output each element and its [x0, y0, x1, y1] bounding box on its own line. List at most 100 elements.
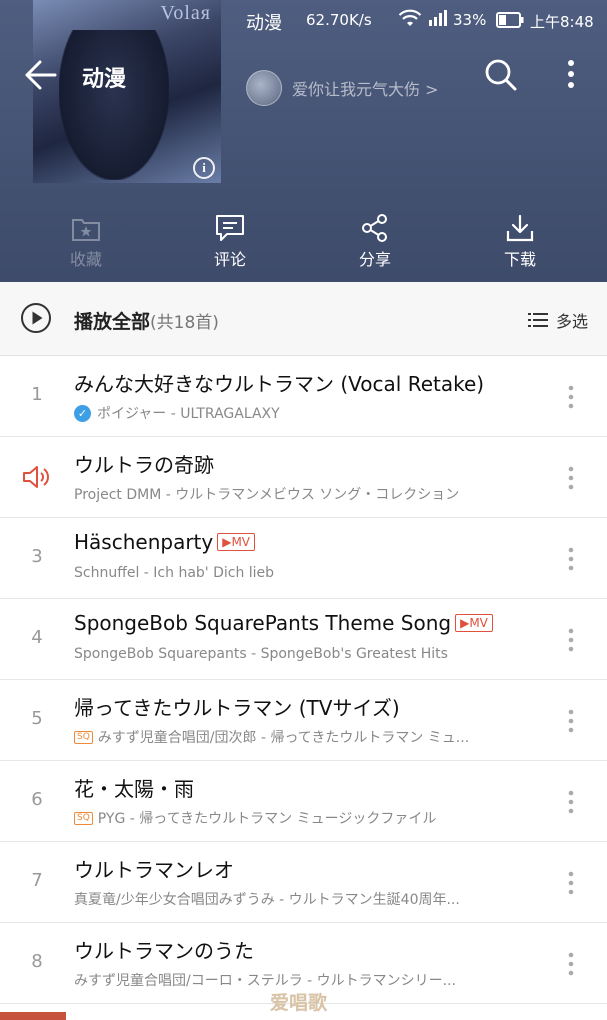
- track-artist-album: Project DMM - ウルトラマンメビウス ソング・コレクション: [74, 487, 460, 503]
- track-subtitle: Schnuffel - Ich hab' Dich lieb: [74, 565, 274, 581]
- track-index: 7: [31, 870, 43, 891]
- track-more-button[interactable]: [563, 384, 579, 410]
- track-more-button[interactable]: [563, 951, 579, 977]
- track-title: ウルトラマンレオ: [74, 854, 234, 883]
- play-all-bar: 播放全部(共18首) 多选: [0, 282, 607, 356]
- more-vertical-icon: [568, 952, 574, 976]
- sq-badge: SQ: [74, 811, 93, 825]
- track-count: (共18首): [150, 313, 219, 333]
- track-title-text: ウルトラマンレオ: [74, 858, 234, 882]
- track-more-button[interactable]: [563, 708, 579, 734]
- mv-badge[interactable]: ▶MV: [217, 533, 256, 551]
- comment-label: 评论: [213, 250, 246, 269]
- track-index: 8: [31, 951, 43, 972]
- track-index: 3: [31, 546, 43, 567]
- network-speed: 62.70K/s: [306, 11, 372, 29]
- track-index: 1: [31, 384, 43, 405]
- play-all-button[interactable]: [20, 302, 52, 334]
- wifi-icon: [398, 8, 422, 32]
- share-icon: [335, 212, 415, 244]
- share-button[interactable]: 分享: [335, 212, 415, 270]
- track-more-button[interactable]: [563, 627, 579, 653]
- battery-icon: [496, 12, 524, 32]
- track-title: 帰ってきたウルトラマン (TVサイズ): [74, 692, 400, 721]
- track-subtitle: SpongeBob Squarepants - SpongeBob's Grea…: [74, 646, 448, 662]
- folder-star-icon: [46, 212, 126, 244]
- track-more-button[interactable]: [563, 870, 579, 896]
- now-playing-speaker-icon: [20, 465, 54, 489]
- status-app-name: 动漫: [246, 13, 282, 34]
- track-title-text: Häschenparty: [74, 530, 214, 554]
- track-row[interactable]: 5 帰ってきたウルトラマン (TVサイズ) SQ みすず児童合唱団/団次郎 - 帰…: [0, 680, 607, 761]
- playlist-header: Volaя i 动漫 62.70K/s 33% 上午8:48 动漫 爱你让我元气…: [0, 0, 607, 282]
- favorite-label: 收藏: [69, 250, 102, 269]
- more-vertical-icon: [568, 466, 574, 490]
- track-row[interactable]: 1 みんな大好きなウルトラマン (Vocal Retake) ✓ ポイジャー - …: [0, 356, 607, 437]
- back-button[interactable]: [22, 58, 60, 92]
- track-more-button[interactable]: [563, 789, 579, 815]
- download-button[interactable]: 下载: [480, 212, 560, 270]
- track-artist-album: ポイジャー - ULTRAGALAXY: [97, 406, 280, 422]
- track-more-button[interactable]: [563, 465, 579, 491]
- track-title-text: 帰ってきたウルトラマン (TVサイズ): [74, 696, 400, 720]
- track-title: Häschenparty ▶MV: [74, 530, 256, 554]
- track-title: SpongeBob SquarePants Theme Song ▶MV: [74, 611, 493, 635]
- track-subtitle: Project DMM - ウルトラマンメビウス ソング・コレクション: [74, 484, 459, 504]
- favorite-button[interactable]: 收藏: [46, 212, 126, 270]
- track-title-text: みんな大好きなウルトラマン (Vocal Retake): [74, 372, 485, 396]
- list-icon: [528, 313, 548, 327]
- verified-icon: ✓: [74, 404, 91, 422]
- play-circle-icon: [21, 303, 51, 333]
- bottom-banner[interactable]: [0, 1012, 66, 1020]
- comment-button[interactable]: 评论: [190, 212, 270, 270]
- track-artist-album: 真夏竜/少年少女合唱団みずうみ - ウルトラマン生誕40周年...: [74, 892, 460, 908]
- track-artist-album: みすず児童合唱団/団次郎 - 帰ってきたウルトラマン ミュ...: [97, 730, 470, 746]
- track-list: 1 みんな大好きなウルトラマン (Vocal Retake) ✓ ポイジャー - …: [0, 356, 607, 1004]
- track-title: 花・太陽・雨: [74, 773, 194, 802]
- track-subtitle: ✓ ポイジャー - ULTRAGALAXY: [74, 403, 280, 423]
- search-button[interactable]: [484, 58, 518, 92]
- play-all-text: 播放全部: [74, 311, 151, 333]
- track-title-text: 花・太陽・雨: [74, 777, 194, 801]
- share-label: 分享: [358, 250, 391, 269]
- multiselect-label: 多选: [556, 312, 589, 331]
- more-vertical-icon: [568, 547, 574, 571]
- track-index: 5: [31, 708, 43, 729]
- search-icon: [485, 59, 517, 91]
- track-artist-album: SpongeBob Squarepants - SpongeBob's Grea…: [74, 646, 448, 662]
- play-all-label[interactable]: 播放全部(共18首): [74, 307, 219, 334]
- track-row[interactable]: ウルトラの奇跡 Project DMM - ウルトラマンメビウス ソング・コレク…: [0, 437, 607, 518]
- track-artist-album: みすず児童合唱団/コーロ・ステルラ - ウルトラマンシリー...: [74, 973, 457, 989]
- comment-icon: [190, 212, 270, 244]
- more-vertical-icon: [568, 790, 574, 814]
- track-title: ウルトラの奇跡: [74, 449, 214, 478]
- track-index: 6: [31, 789, 43, 810]
- creator-name[interactable]: 爱你让我元气大伤 >: [292, 76, 439, 100]
- track-row[interactable]: 7 ウルトラマンレオ 真夏竜/少年少女合唱団みずうみ - ウルトラマン生誕40周…: [0, 842, 607, 923]
- more-vertical-icon: [568, 709, 574, 733]
- track-more-button[interactable]: [563, 546, 579, 572]
- track-row[interactable]: 3 Häschenparty ▶MV Schnuffel - Ich hab' D…: [0, 518, 607, 599]
- cover-artwork-figure: [59, 30, 169, 180]
- mv-badge[interactable]: ▶MV: [455, 614, 493, 632]
- track-artist-album: PYG - 帰ってきたウルトラマン ミュージックファイル: [97, 811, 437, 827]
- status-bar: 动漫 62.70K/s 33% 上午8:48: [0, 8, 607, 34]
- track-row[interactable]: 4 SpongeBob SquarePants Theme Song ▶MV Sp…: [0, 599, 607, 680]
- status-time: 上午8:48: [530, 13, 594, 31]
- more-options-button[interactable]: [557, 58, 585, 92]
- track-title: みんな大好きなウルトラマン (Vocal Retake): [74, 368, 484, 397]
- track-title-text: ウルトラの奇跡: [74, 453, 214, 477]
- more-vertical-icon: [568, 60, 574, 88]
- track-title-text: SpongeBob SquarePants Theme Song: [74, 611, 452, 635]
- download-label: 下载: [503, 250, 536, 269]
- track-subtitle: 真夏竜/少年少女合唱団みずうみ - ウルトラマン生誕40周年...: [74, 889, 460, 909]
- track-row[interactable]: 6 花・太陽・雨 SQ PYG - 帰ってきたウルトラマン ミュージックファイル: [0, 761, 607, 842]
- watermark-text: 爱唱歌: [270, 992, 328, 1014]
- multiselect-button[interactable]: 多选: [528, 308, 588, 332]
- track-subtitle: SQ みすず児童合唱団/団次郎 - 帰ってきたウルトラマン ミュ...: [74, 727, 469, 747]
- info-icon[interactable]: i: [193, 157, 215, 179]
- download-icon: [480, 212, 560, 244]
- playlist-creator[interactable]: 爱你让我元气大伤 >: [246, 70, 439, 106]
- avatar[interactable]: [246, 70, 282, 106]
- more-vertical-icon: [568, 385, 574, 409]
